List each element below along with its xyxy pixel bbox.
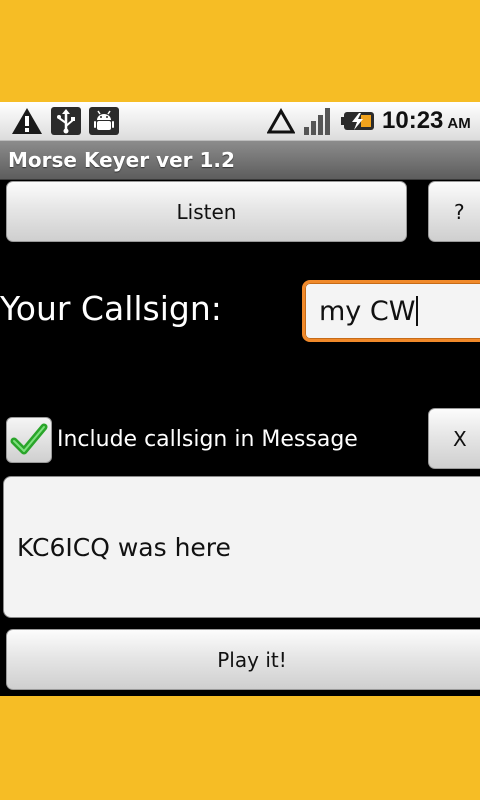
app-title: Morse Keyer ver 1.2 (8, 148, 235, 172)
include-callsign-checkbox[interactable] (6, 417, 52, 463)
android-debug-icon (87, 106, 121, 136)
clock-time: 10:23 (382, 107, 444, 134)
play-button[interactable]: Play it! (6, 629, 480, 690)
clock-ampm: AM (447, 115, 471, 132)
help-button[interactable]: ? (428, 181, 480, 242)
warning-icon (10, 106, 44, 136)
clear-button[interactable]: X (428, 408, 480, 469)
usb-icon (49, 106, 83, 136)
status-time: 10:23 AM (382, 106, 471, 136)
message-input[interactable]: KC6ICQ was here (3, 476, 480, 618)
signal-bars-icon (302, 106, 336, 136)
signal-triangle-icon (266, 106, 296, 136)
listen-button[interactable]: Listen (6, 181, 407, 242)
battery-charging-icon (341, 106, 377, 136)
include-callsign-label: Include callsign in Message (57, 427, 358, 452)
text-cursor (416, 296, 419, 326)
status-bar: 10:23 AM (0, 102, 480, 141)
checkmark-icon (10, 423, 48, 455)
message-input-value: KC6ICQ was here (17, 532, 231, 562)
app-title-bar: Morse Keyer ver 1.2 (0, 141, 480, 180)
callsign-input[interactable]: my CW (302, 280, 480, 342)
callsign-label: Your Callsign: (0, 289, 222, 328)
device-screen: 10:23 AM Morse Keyer ver 1.2 Listen ? Yo… (0, 102, 480, 696)
callsign-input-value: my CW (319, 295, 416, 327)
